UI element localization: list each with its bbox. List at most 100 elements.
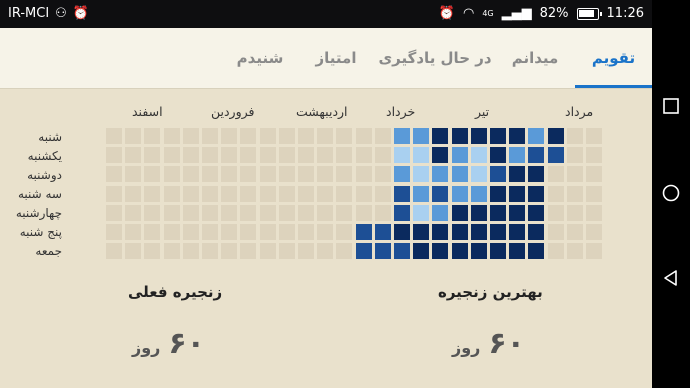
heatmap-cell [394, 224, 410, 240]
month-label: فروردین [211, 104, 255, 119]
heatmap-cell [432, 166, 449, 183]
heatmap-cell [163, 243, 180, 260]
tab-score-label: امتیاز [315, 49, 357, 67]
heatmap-cell [240, 204, 257, 221]
heatmap-cell [240, 128, 257, 144]
tab-calendar-label: تقویم [591, 49, 636, 67]
heatmap-cell [336, 166, 353, 183]
heatmap-cell [336, 204, 353, 221]
heatmap-cell [259, 204, 276, 221]
day-label: پنج شنبه [19, 225, 62, 239]
heatmap-cell [240, 224, 257, 240]
heatmap-cell [106, 224, 122, 240]
heatmap-cell [509, 166, 526, 183]
heatmap-cell [278, 147, 295, 164]
day-label: شنبه [38, 130, 62, 144]
heatmap-cell [202, 243, 218, 260]
month-label: اردیبهشت [296, 104, 348, 119]
heatmap-cell [509, 204, 526, 221]
heatmap-cell [432, 147, 449, 164]
heatmap-cell [470, 147, 487, 164]
heatmap-cell [144, 224, 161, 240]
heatmap-cell [490, 204, 506, 221]
tab-learning-label: در حال یادگیری [378, 49, 492, 67]
wechat-icon: ⚇ [55, 5, 67, 21]
heatmap-cell [355, 185, 372, 202]
heatmap-cell [163, 185, 180, 202]
tab-bar: تقویم میدانم در حال یادگیری امتیاز شنیدم [0, 28, 652, 89]
heatmap-cell [259, 224, 276, 240]
heatmap-cell [413, 128, 430, 144]
day-label: یکشنبه [27, 149, 62, 163]
heatmap-cell [374, 147, 391, 164]
heatmap-cell [528, 185, 545, 202]
heatmap-cell [490, 128, 506, 144]
heatmap-cell [163, 224, 180, 240]
heatmap-cell [470, 243, 487, 260]
heatmap-cell [221, 128, 238, 144]
heatmap-cell [240, 147, 257, 164]
heatmap-cell [528, 204, 545, 221]
heatmap-cell [355, 128, 372, 144]
heatmap-cell [202, 204, 218, 221]
month-label: خرداد [386, 104, 416, 119]
status-bar: IR-MCI ⚇ ⏰ ⏰ ◠ 4G ▂▄▆ 82% 11:26 [0, 0, 652, 28]
back-icon[interactable] [661, 268, 681, 288]
alarm-icon: ⏰ [72, 5, 90, 21]
heatmap-cell [413, 147, 430, 164]
heatmap-cell [566, 147, 583, 164]
heatmap-cell [298, 147, 314, 164]
heatmap-cell [586, 185, 602, 202]
heatmap-cell [355, 147, 372, 164]
heatmap-cell [298, 166, 314, 183]
heatmap-cell [182, 147, 199, 164]
wifi-icon: ◠ [462, 5, 475, 21]
heatmap-cell [528, 128, 545, 144]
heatmap-cell [394, 243, 410, 260]
heatmap-cell [451, 185, 468, 202]
heatmap-cell [374, 128, 391, 144]
heatmap-cell [374, 166, 391, 183]
heatmap-cell [221, 166, 238, 183]
heatmap-cell [547, 147, 564, 164]
heatmap-cell [451, 128, 468, 144]
heatmap-cell [394, 204, 410, 221]
heatmap-cell [355, 166, 372, 183]
heatmap-cell [586, 166, 602, 183]
heatmap-cell [202, 166, 218, 183]
network-type-label: 4G [482, 9, 494, 18]
heatmap-cell [317, 224, 334, 240]
heatmap-cell [432, 243, 449, 260]
heatmap-cell [490, 185, 506, 202]
heatmap-cell [278, 185, 295, 202]
heatmap-cell [547, 243, 564, 260]
signal-icon: ▂▄▆ [501, 5, 532, 21]
heatmap-cell [528, 243, 545, 260]
heatmap-cell [125, 128, 142, 144]
home-icon[interactable] [661, 183, 681, 203]
current-streak-value: ۶۰ روز [132, 326, 205, 361]
heatmap-cell [451, 147, 468, 164]
tab-calendar[interactable]: تقویم [575, 28, 652, 88]
heatmap-cell [240, 243, 257, 260]
recent-apps-icon[interactable] [661, 96, 681, 116]
tab-learning[interactable]: در حال یادگیری [372, 28, 498, 88]
heatmap-cell [163, 128, 180, 144]
heatmap-cell [490, 243, 506, 260]
heatmap-cell [413, 166, 430, 183]
tab-heard[interactable]: شنیدم [222, 28, 298, 88]
heatmap-cell [221, 147, 238, 164]
heatmap-cell [566, 243, 583, 260]
heatmap-cell [106, 243, 122, 260]
tab-known[interactable]: میدانم [498, 28, 572, 88]
heatmap-cell [125, 224, 142, 240]
heatmap-cell [509, 243, 526, 260]
heatmap-cell [317, 147, 334, 164]
heatmap-cell [566, 224, 583, 240]
heatmap-cell [317, 243, 334, 260]
battery-icon [576, 7, 602, 20]
tab-score[interactable]: امتیاز [300, 28, 372, 88]
heatmap-cell [144, 204, 161, 221]
heatmap-cell [336, 185, 353, 202]
heatmap-cell [106, 166, 122, 183]
